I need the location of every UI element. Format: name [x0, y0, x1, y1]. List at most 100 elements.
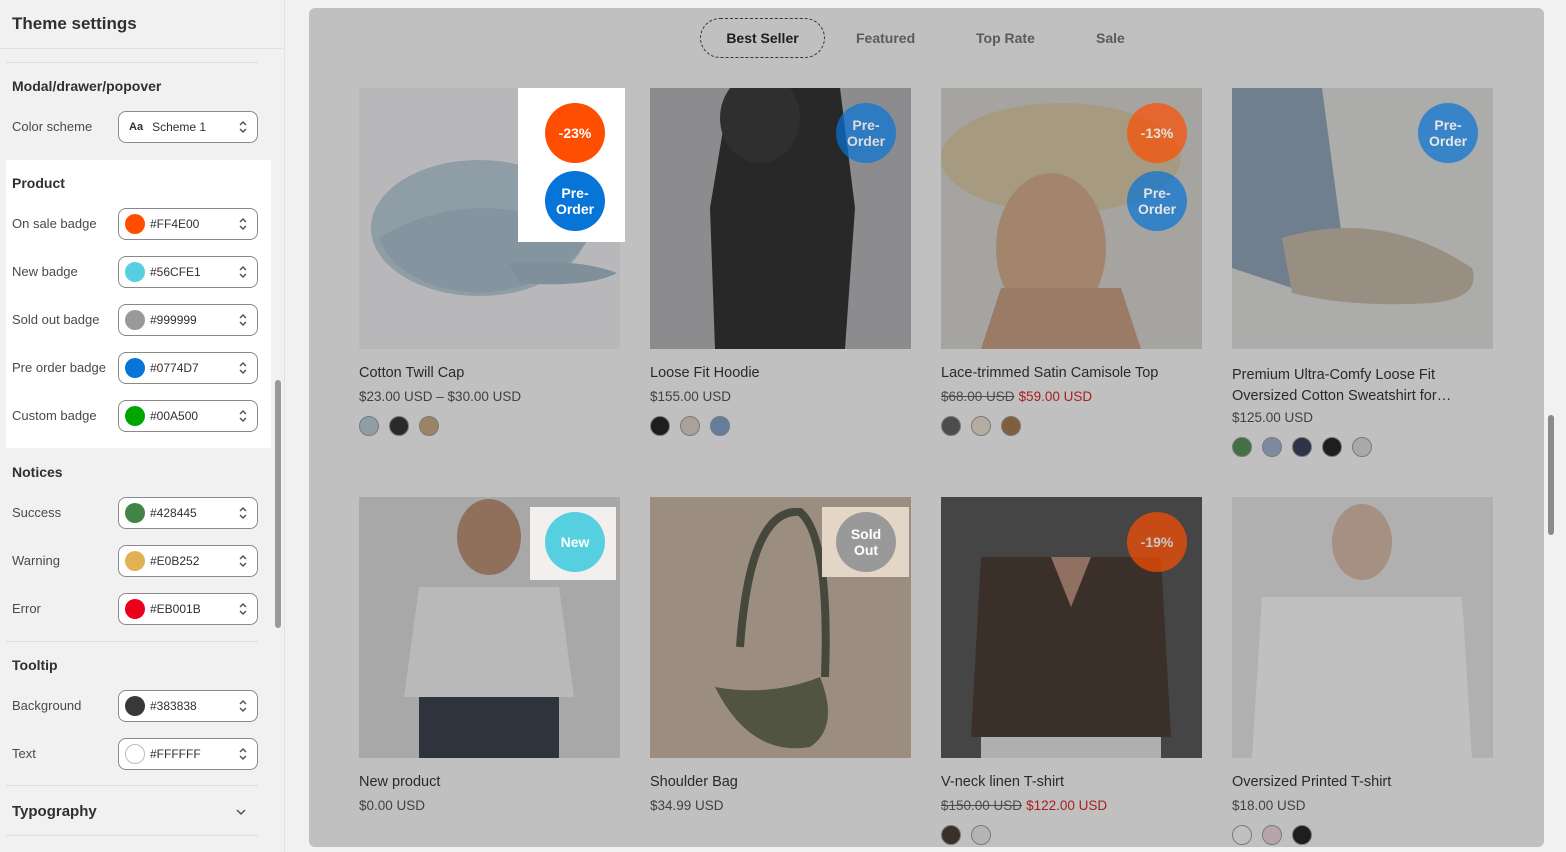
pre-order-badge-color-picker[interactable]: #0774D7 — [118, 352, 258, 384]
product-price: $125.00 USD — [1232, 410, 1314, 425]
sold-out-badge: Sold Out — [836, 512, 896, 572]
chevron-up-down-icon — [239, 409, 247, 423]
success-label: Success — [12, 505, 62, 520]
product-name[interactable]: New product — [359, 774, 440, 790]
divider — [0, 48, 285, 49]
swatch[interactable] — [971, 825, 991, 845]
section-heading-typography[interactable]: Typography — [12, 803, 97, 820]
tab-sale[interactable]: Sale — [1096, 30, 1125, 46]
swatch[interactable] — [1001, 416, 1021, 436]
swatch[interactable] — [1292, 437, 1312, 457]
custom-badge-color-picker[interactable]: #00A500 — [118, 400, 258, 432]
swatch[interactable] — [941, 416, 961, 436]
swatch[interactable] — [1232, 437, 1252, 457]
color-swatches — [941, 416, 1021, 436]
chevron-up-down-icon — [239, 506, 247, 520]
sale-percent-badge: -13% — [1127, 103, 1187, 163]
chevron-up-down-icon — [239, 554, 247, 568]
swatch[interactable] — [1352, 437, 1372, 457]
product-name[interactable]: V-neck linen T-shirt — [941, 774, 1064, 790]
new-badge: New — [545, 512, 605, 572]
chevron-up-down-icon — [239, 699, 247, 713]
product-name[interactable]: Loose Fit Hoodie — [650, 365, 760, 381]
chevron-up-down-icon — [239, 747, 247, 761]
error-color-picker[interactable]: #EB001B — [118, 593, 258, 625]
swatch[interactable] — [971, 416, 991, 436]
sold-out-badge-label: Sold out badge — [12, 312, 100, 327]
product-name[interactable]: Premium Ultra-Comfy Loose Fit Oversized … — [1232, 365, 1482, 407]
color-scheme-icon: Aa — [129, 121, 144, 133]
swatch[interactable] — [650, 416, 670, 436]
swatch[interactable] — [389, 416, 409, 436]
tooltip-text-color-picker[interactable]: #FFFFFF — [118, 738, 258, 770]
product-price: $23.00 USD – $30.00 USD — [359, 389, 522, 404]
product-name[interactable]: Shoulder Bag — [650, 774, 738, 790]
color-swatches — [941, 825, 991, 845]
color-scheme-select[interactable]: Aa Scheme 1 — [118, 111, 258, 143]
color-swatch — [125, 310, 145, 330]
color-value: #EB001B — [150, 602, 201, 616]
chevron-up-down-icon — [239, 313, 247, 327]
tooltip-background-color-picker[interactable]: #383838 — [118, 690, 258, 722]
preview-scrollbar[interactable] — [1548, 415, 1554, 535]
new-badge-color-picker[interactable]: #56CFE1 — [118, 256, 258, 288]
pre-order-badge-label: Pre order badge — [12, 360, 106, 375]
tab-best-seller[interactable]: Best Seller — [700, 18, 825, 58]
product-price: $0.00 USD — [359, 798, 426, 813]
color-value: #E0B252 — [150, 554, 200, 568]
swatch[interactable] — [359, 416, 379, 436]
swatch[interactable] — [680, 416, 700, 436]
swatch[interactable] — [1262, 825, 1282, 845]
product-name[interactable]: Oversized Printed T-shirt — [1232, 774, 1391, 790]
chevron-down-icon[interactable] — [235, 806, 247, 818]
color-scheme-value: Scheme 1 — [152, 120, 207, 134]
section-heading-tooltip: Tooltip — [12, 657, 58, 673]
pre-order-badge: Pre- Order — [545, 171, 605, 231]
chevron-up-down-icon — [239, 265, 247, 279]
color-swatches — [1232, 437, 1372, 457]
on-sale-badge-label: On sale badge — [12, 216, 97, 231]
success-color-picker[interactable]: #428445 — [118, 497, 258, 529]
color-value: #999999 — [150, 313, 197, 327]
color-value: #FFFFFF — [150, 747, 201, 761]
color-value: #56CFE1 — [150, 265, 201, 279]
swatch[interactable] — [1322, 437, 1342, 457]
color-swatches — [650, 416, 730, 436]
product-name[interactable]: Cotton Twill Cap — [359, 365, 464, 381]
tab-featured[interactable]: Featured — [856, 30, 915, 46]
section-heading-product: Product — [12, 175, 65, 191]
divider — [6, 785, 258, 786]
product-price: $155.00 USD — [650, 389, 732, 404]
swatch[interactable] — [1232, 825, 1252, 845]
chevron-up-down-icon — [239, 602, 247, 616]
error-label: Error — [12, 601, 41, 616]
swatch[interactable] — [1292, 825, 1312, 845]
warning-color-picker[interactable]: #E0B252 — [118, 545, 258, 577]
pre-order-badge: Pre- Order — [1418, 103, 1478, 163]
color-swatches — [359, 416, 439, 436]
sold-out-badge-color-picker[interactable]: #999999 — [118, 304, 258, 336]
color-swatches — [1232, 825, 1312, 845]
section-heading-notices: Notices — [12, 464, 63, 480]
swatch[interactable] — [710, 416, 730, 436]
color-swatch — [125, 696, 145, 716]
divider — [6, 62, 258, 63]
tooltip-text-label: Text — [12, 746, 36, 761]
tab-top-rate[interactable]: Top Rate — [976, 30, 1035, 46]
sidebar-scrollbar[interactable] — [275, 380, 281, 628]
product-name[interactable]: Lace-trimmed Satin Camisole Top — [941, 365, 1158, 381]
swatch[interactable] — [941, 825, 961, 845]
color-swatch — [125, 551, 145, 571]
new-badge-label: New badge — [12, 264, 78, 279]
product-image-oversized-tshirt[interactable] — [1232, 497, 1493, 758]
theme-settings-sidebar: Theme settings Modal/drawer/popover Colo… — [0, 0, 285, 852]
compare-price: $150.00 USD — [941, 798, 1023, 813]
color-value: #FF4E00 — [150, 217, 200, 231]
swatch[interactable] — [1262, 437, 1282, 457]
sidebar-title: Theme settings — [12, 14, 137, 33]
color-swatch — [125, 358, 145, 378]
on-sale-badge-color-picker[interactable]: #FF4E00 — [118, 208, 258, 240]
sale-percent-badge: -19% — [1127, 512, 1187, 572]
color-value: #0774D7 — [150, 361, 199, 375]
swatch[interactable] — [419, 416, 439, 436]
